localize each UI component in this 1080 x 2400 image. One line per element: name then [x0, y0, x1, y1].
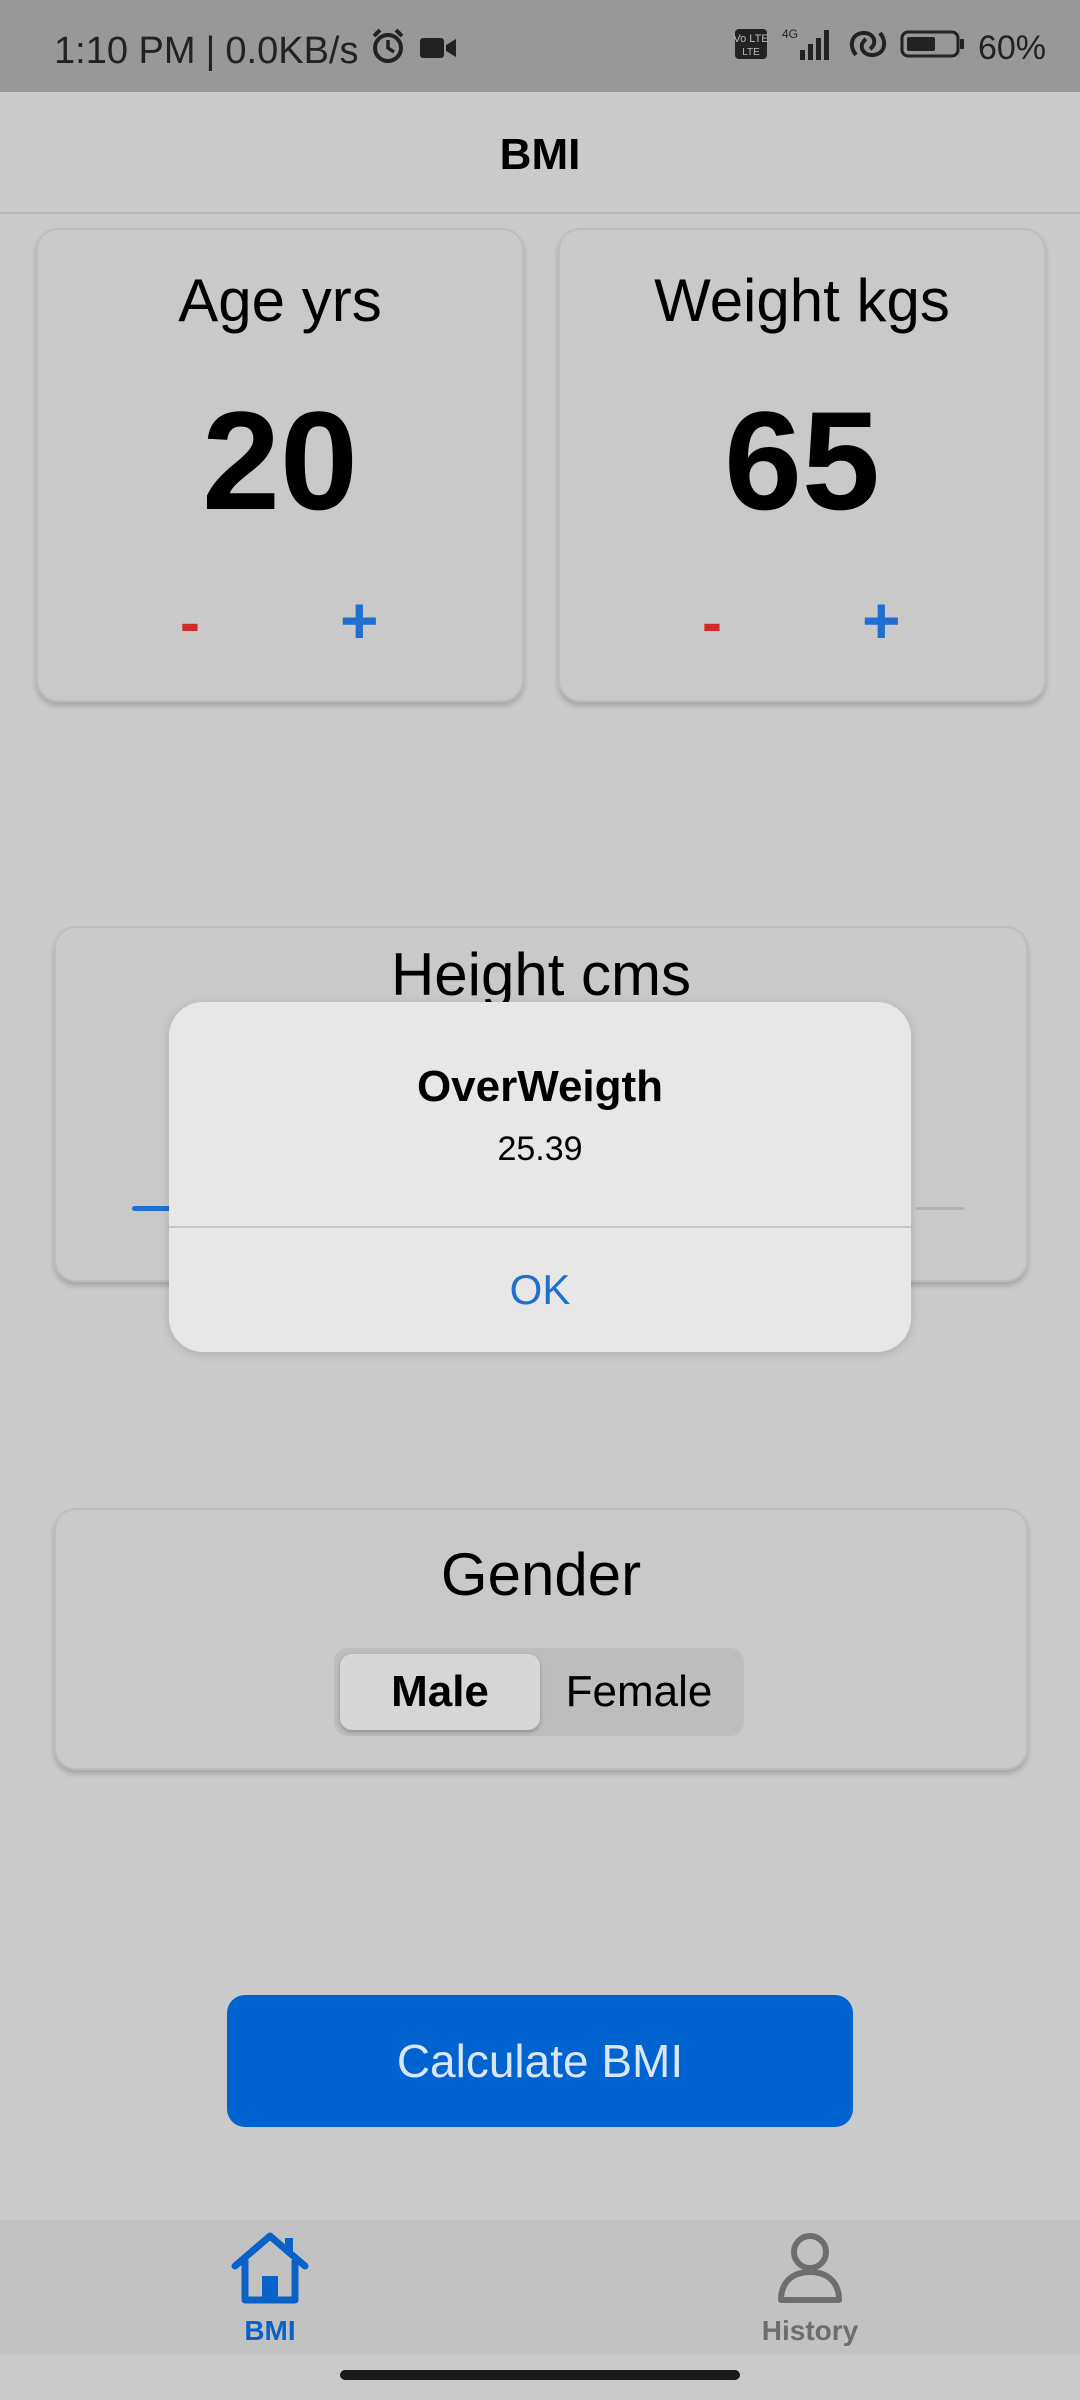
signal-icon: 4G: [780, 26, 836, 71]
nav-item-history[interactable]: History: [710, 2228, 910, 2347]
gender-segmented-control: Male Female: [334, 1648, 744, 1736]
gender-option-female[interactable]: Female: [540, 1654, 738, 1730]
age-increment-button[interactable]: +: [340, 582, 379, 658]
weight-decrement-button[interactable]: -: [702, 588, 722, 657]
age-decrement-button[interactable]: -: [180, 588, 200, 657]
page-title: BMI: [499, 130, 581, 179]
status-left: 1:10 PM | 0.0KB/s: [54, 26, 458, 76]
svg-text:Vo LTE: Vo LTE: [734, 33, 768, 45]
weight-card: Weight kgs 65 - +: [558, 228, 1046, 702]
age-label: Age yrs: [178, 267, 382, 334]
status-speed: 0.0KB/s: [225, 29, 359, 72]
weight-label: Weight kgs: [654, 267, 950, 334]
svg-text:LTE: LTE: [742, 47, 760, 58]
app-header: BMI: [0, 92, 1080, 214]
height-slider-track[interactable]: [916, 1207, 964, 1210]
person-icon: [767, 2233, 853, 2312]
home-icon: [227, 2232, 313, 2312]
age-card: Age yrs 20 - +: [36, 228, 524, 702]
status-separator: |: [205, 29, 216, 72]
status-right: Vo LTE LTE 4G 60%: [733, 26, 1046, 71]
status-bar: 1:10 PM | 0.0KB/s Vo LTE LTE 4G 60%: [0, 0, 1080, 92]
alarm-icon: [368, 26, 408, 76]
video-icon: [418, 30, 458, 73]
dialog-message: 25.39: [497, 1130, 583, 1168]
bottom-nav: BMI History: [0, 2220, 1080, 2355]
nav-label-history: History: [761, 2315, 859, 2346]
home-indicator: [340, 2370, 740, 2380]
svg-text:4G: 4G: [782, 27, 798, 41]
result-dialog: OverWeigth 25.39 OK: [169, 1002, 911, 1352]
status-time: 1:10 PM: [54, 29, 196, 72]
battery-percent: 60%: [977, 29, 1046, 67]
nav-item-bmi[interactable]: BMI: [170, 2228, 370, 2347]
calculate-bmi-button[interactable]: Calculate BMI: [227, 1995, 853, 2127]
hotspot-icon: [848, 27, 888, 70]
volte-icon: Vo LTE LTE: [733, 27, 769, 70]
weight-value: 65: [724, 382, 880, 539]
weight-increment-button[interactable]: +: [862, 582, 901, 658]
battery-icon: [900, 28, 966, 69]
height-label: Height cms: [390, 941, 692, 1008]
nav-label-bmi: BMI: [244, 2315, 296, 2346]
gender-label: Gender: [440, 1541, 642, 1608]
dialog-ok-button[interactable]: OK: [169, 1227, 911, 1352]
dialog-title: OverWeigth: [416, 1062, 664, 1111]
age-value: 20: [202, 382, 358, 539]
gender-option-male[interactable]: Male: [340, 1654, 540, 1730]
